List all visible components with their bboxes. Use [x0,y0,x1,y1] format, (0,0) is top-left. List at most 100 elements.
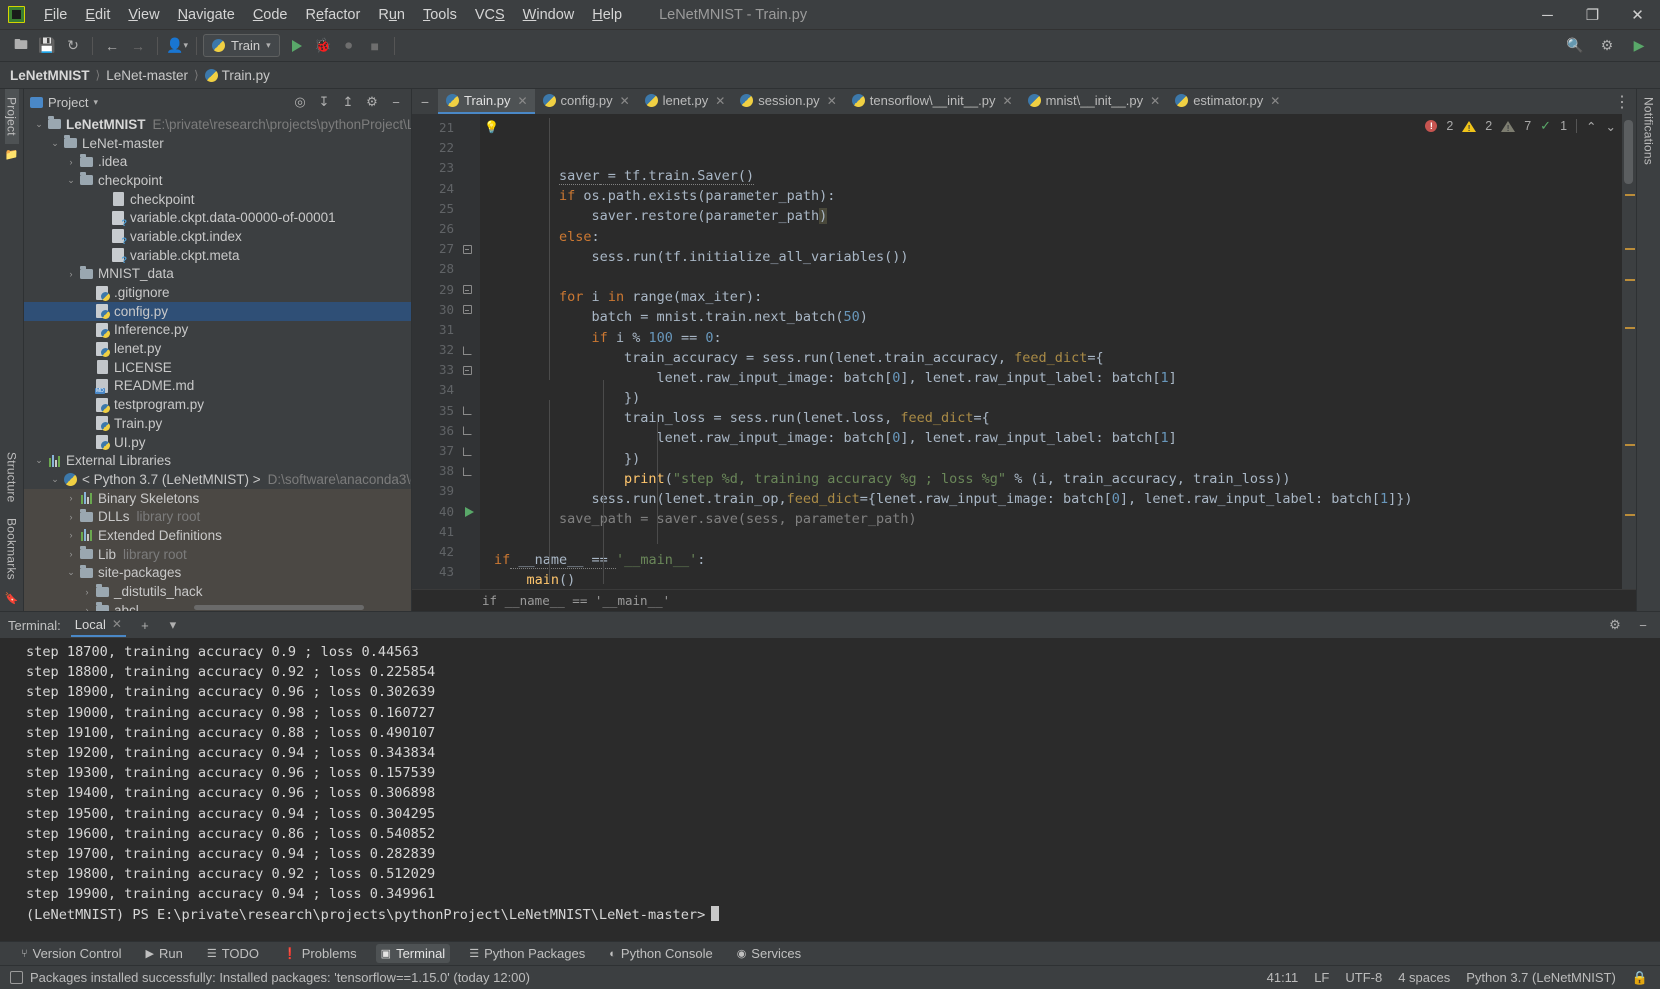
close-icon[interactable]: ✕ [1270,94,1280,108]
file-encoding[interactable]: UTF-8 [1345,970,1382,985]
tree-arrow-icon[interactable]: › [64,269,78,279]
minimize-button[interactable]: ─ [1525,0,1570,30]
editor-scrollbar[interactable] [1622,114,1636,589]
terminal-output[interactable]: step 18700, training accuracy 0.9 ; loss… [0,638,1660,941]
menu-item-tools[interactable]: Tools [414,3,466,27]
code-line-36[interactable]: print("step %d, training accuracy %g ; l… [480,469,1622,489]
code-line-26[interactable] [480,267,1622,287]
code-line-40[interactable]: if __name__ == '__main__': [480,550,1622,570]
minimize-icon[interactable]: − [1634,616,1652,634]
code-line-31[interactable]: lenet.raw_input_image: batch[0], lenet.r… [480,368,1622,388]
code-line-27[interactable]: for i in range(max_iter): [480,287,1622,307]
tree-node-variable-ckpt-data-00000-of-00001[interactable]: variable.ckpt.data-00000-of-00001 [24,208,411,228]
tree-arrow-icon[interactable]: › [64,157,78,167]
fold-collapse-icon[interactable] [462,244,472,254]
tree-node-site-packages[interactable]: ⌄ site-packages [24,563,411,583]
tree-node-external-libraries[interactable]: ⌄ External Libraries [24,451,411,470]
tree-arrow-icon[interactable]: ⌄ [64,175,78,186]
gutter-line-40[interactable]: 40 [412,502,480,522]
tree-node-ui-py[interactable]: UI.py [24,433,411,452]
editor-tab-estimator-py[interactable]: estimator.py ✕ [1167,89,1287,114]
chevron-up-icon[interactable]: ⌃ [1586,119,1596,134]
tree-arrow-icon[interactable]: › [80,587,94,597]
lock-icon[interactable]: 🔒 [1632,970,1648,986]
tree-node-dlls[interactable]: › DLLs library root [24,507,411,527]
fold-end-icon[interactable] [462,345,472,355]
fold-end-icon[interactable] [462,406,472,416]
close-icon[interactable]: ✕ [112,617,122,631]
editor-tab-session-py[interactable]: session.py ✕ [732,89,843,114]
tree-node-distutils-hack[interactable]: › _distutils_hack [24,582,411,601]
tree-arrow-icon[interactable]: ⌄ [32,455,46,466]
editor-tab-train-py[interactable]: Train.py ✕ [438,89,535,114]
plus-icon[interactable]: + [136,616,154,634]
caret-position[interactable]: 41:11 [1267,970,1299,985]
run-coverage-button[interactable]: ⏺ [336,34,362,58]
menu-item-run[interactable]: Run [369,3,414,27]
tree-arrow-icon[interactable]: › [64,549,78,559]
gutter-line-27[interactable]: 27 [412,239,480,259]
terminal-tab-local[interactable]: Local ✕ [70,614,126,637]
chevron-down-icon[interactable]: ⌄ [1606,119,1616,134]
gutter-line-23[interactable]: 23 [412,158,480,178]
tree-node-lib[interactable]: › Lib library root [24,544,411,564]
toolwindow-button-problems[interactable]: ❗ Problems [278,944,362,963]
gutter-line-39[interactable]: 39 [412,481,480,501]
inspection-widget[interactable]: ! 2 2 7 ✓ 1 ⌃ ⌄ [1419,114,1622,138]
tree-node-variable-ckpt-meta[interactable]: variable.ckpt.meta [24,246,411,265]
code-line-30[interactable]: train_accuracy = sess.run(lenet.train_ac… [480,348,1622,368]
code-line-23[interactable]: saver.restore(parameter_path) [480,206,1622,226]
tree-node-train-py[interactable]: Train.py [24,414,411,433]
tabs-overflow-icon[interactable]: ⋮ [1614,89,1636,114]
tree-arrow-icon[interactable]: ⌄ [32,119,46,130]
close-icon[interactable]: ✕ [1150,94,1160,108]
tree-arrow-icon[interactable]: ⌄ [48,474,62,485]
project-panel-title[interactable]: Project ▾ [30,95,98,110]
code-line-41[interactable]: 💡 main() [480,120,1622,589]
code-line-34[interactable]: lenet.raw_input_image: batch[0], lenet.r… [480,428,1622,448]
code-line-32[interactable]: }) [480,388,1622,408]
gutter-line-30[interactable]: 30 [412,300,480,320]
toolwindow-button-python-console[interactable]: ◐ Python Console [604,944,717,963]
tree-node-testprogram-py[interactable]: testprogram.py [24,395,411,414]
gutter-line-42[interactable]: 42 [412,542,480,562]
refresh-icon[interactable]: ↻ [60,34,86,58]
tree-node-extended-definitions[interactable]: › Extended Definitions [24,526,411,545]
rail-bookmarks-label[interactable]: Bookmarks [5,510,19,588]
menu-item-code[interactable]: Code [244,3,297,27]
tree-arrow-icon[interactable]: ⌄ [48,138,62,149]
tree-node-license[interactable]: LICENSE [24,358,411,377]
tree-node-config-py[interactable]: config.py [24,301,411,321]
gear-icon[interactable]: ⚙ [363,93,381,111]
code-line-22[interactable]: if os.path.exists(parameter_path): [480,186,1622,206]
search-icon[interactable]: 🔍 [1562,34,1588,58]
hide-icon[interactable]: − [387,93,405,111]
scrollbar-thumb[interactable] [1624,120,1633,184]
maximize-button[interactable]: ❐ [1570,0,1615,30]
tree-arrow-icon[interactable]: › [80,605,94,611]
fold-collapse-icon[interactable] [462,365,472,375]
arrow-right-icon[interactable]: → [125,34,151,58]
code-line-37[interactable]: sess.run(lenet.train_op,feed_dict={lenet… [480,489,1622,509]
gutter-line-25[interactable]: 25 [412,199,480,219]
run-button[interactable] [284,34,310,58]
status-message-group[interactable]: Packages installed successfully: Install… [10,970,530,985]
breadcrumb-module[interactable]: LeNet-master [102,66,192,85]
toolwindow-button-version-control[interactable]: ⑂ Version Control [16,944,127,963]
code-line-39[interactable] [480,529,1622,549]
fold-collapse-icon[interactable] [462,305,472,315]
locate-icon[interactable]: ◎ [291,93,309,111]
fold-end-icon[interactable] [462,426,472,436]
python-interpreter[interactable]: Python 3.7 (LeNetMNIST) [1466,970,1616,985]
code-line-33[interactable]: train_loss = sess.run(lenet.loss, feed_d… [480,408,1622,428]
gutter-line-38[interactable]: 38 [412,461,480,481]
collapse-all-icon[interactable]: ↥ [339,93,357,111]
gutter-line-34[interactable]: 34 [412,380,480,400]
breadcrumb-project[interactable]: LeNetMNIST [6,66,94,85]
menu-item-file[interactable]: File [35,3,76,27]
save-icon[interactable]: 💾 [34,34,60,58]
gutter-line-41[interactable]: 41 [412,522,480,542]
gutter-line-32[interactable]: 32 [412,340,480,360]
tree-node-checkpoint[interactable]: ⌄ checkpoint [24,171,411,190]
close-icon[interactable]: ✕ [827,94,837,108]
